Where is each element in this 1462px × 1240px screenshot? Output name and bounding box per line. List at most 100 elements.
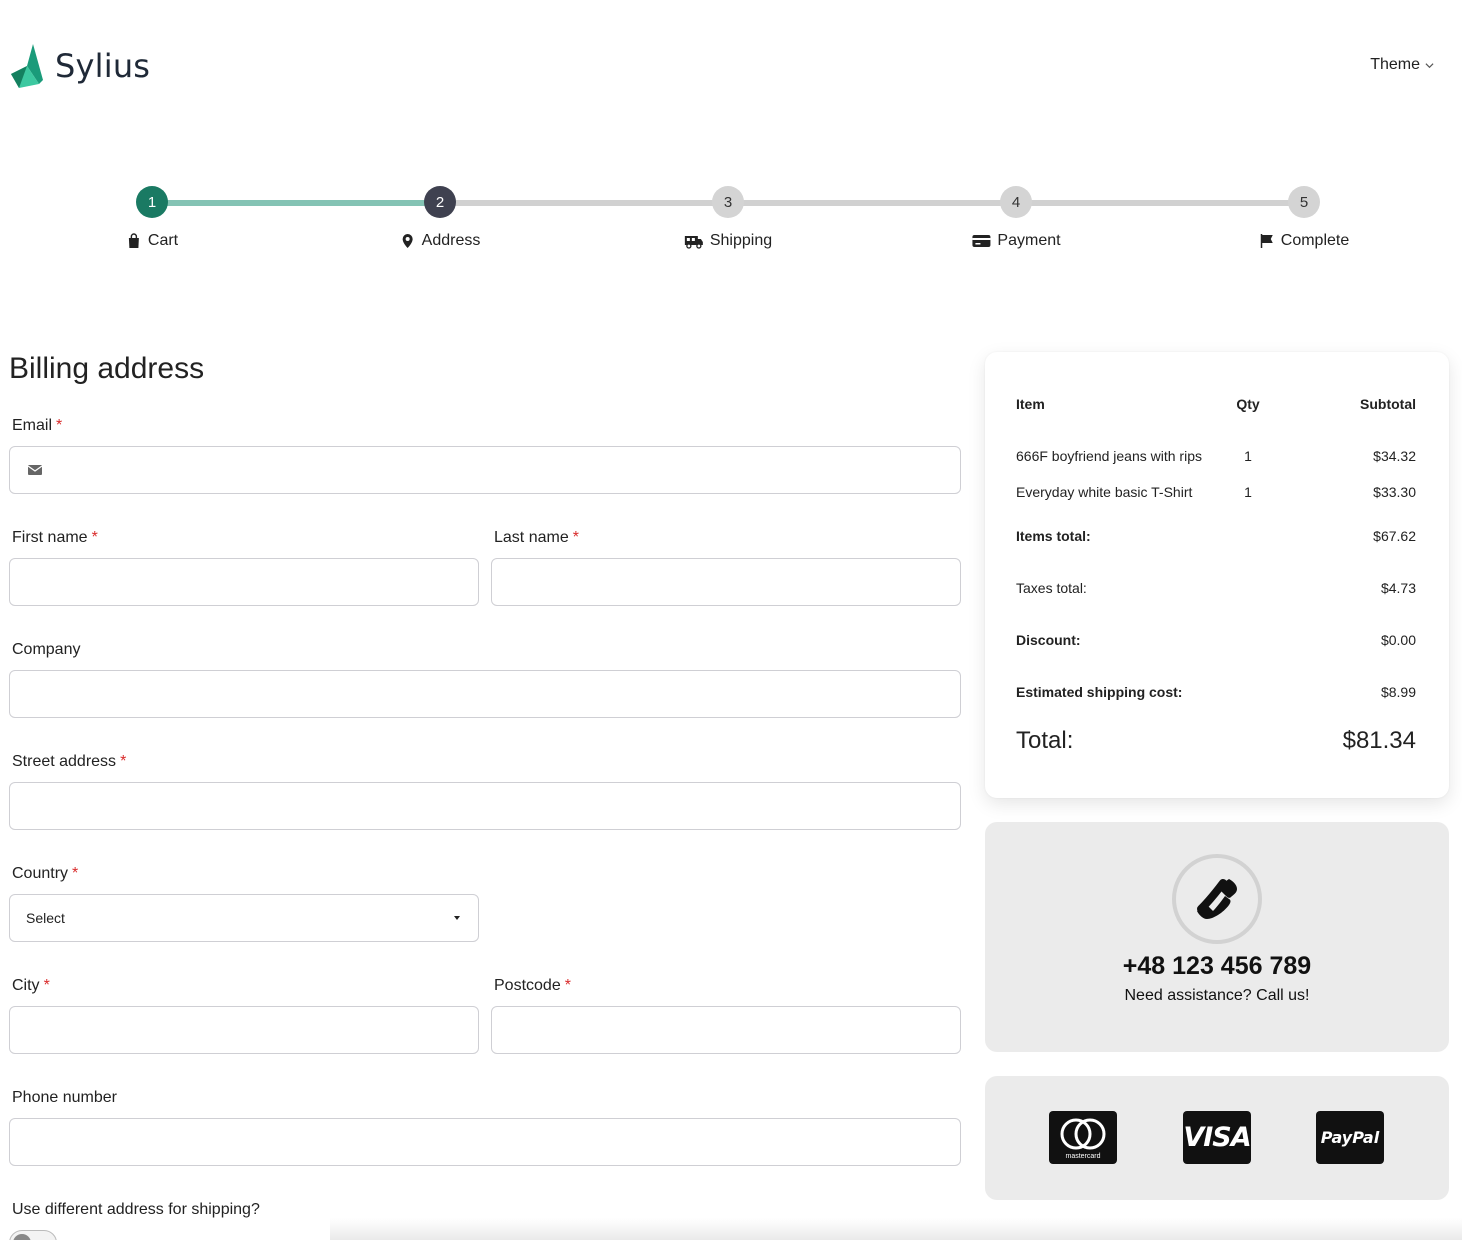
last-name-field[interactable] xyxy=(492,559,960,605)
postcode-label: Postcode * xyxy=(494,977,571,995)
grand-total-label: Total: xyxy=(1016,727,1074,754)
step-cart[interactable]: Cart xyxy=(126,232,178,250)
shopping-bag-icon xyxy=(128,233,139,248)
phone-number-field[interactable] xyxy=(10,1119,960,1165)
theme-dropdown[interactable]: Theme xyxy=(1370,56,1434,74)
phone-field-wrapper xyxy=(9,1118,961,1166)
grand-total-value: $81.34 xyxy=(1342,727,1416,754)
required-marker: * xyxy=(572,529,579,546)
step-5-number: 5 xyxy=(1288,186,1320,218)
required-marker: * xyxy=(564,977,571,994)
different-shipping-toggle[interactable] xyxy=(9,1230,57,1240)
required-marker: * xyxy=(56,417,63,434)
street-address-field[interactable] xyxy=(10,783,960,829)
city-label: City * xyxy=(12,977,50,995)
step-1-number[interactable]: 1 xyxy=(136,186,168,218)
toggle-knob xyxy=(13,1234,31,1240)
street-field-wrapper xyxy=(9,782,961,830)
phone-label-text: Phone number xyxy=(12,1089,117,1106)
city-field[interactable] xyxy=(10,1007,478,1053)
required-marker: * xyxy=(43,977,50,994)
mastercard-circles-icon xyxy=(1060,1118,1106,1149)
bottom-shadow xyxy=(330,1218,1462,1240)
brand-logo[interactable]: Sylius xyxy=(9,44,150,88)
country-select[interactable]: Select xyxy=(9,894,479,942)
progress-track-done xyxy=(152,200,440,206)
paypal-label: PayPal xyxy=(1320,1128,1380,1147)
required-marker: * xyxy=(91,529,98,546)
credit-card-icon xyxy=(972,235,991,247)
header-qty: Qty xyxy=(1236,396,1260,412)
step-3-number: 3 xyxy=(712,186,744,218)
grand-total-row: Total: $81.34 xyxy=(1016,727,1416,755)
step-address-label: Address xyxy=(421,232,481,249)
shipping-cost-value: $8.99 xyxy=(1380,684,1416,700)
sylius-logo-icon xyxy=(11,44,43,88)
postcode-label-text: Postcode xyxy=(494,977,561,994)
taxes-total-label: Taxes total: xyxy=(1016,580,1087,596)
chevron-down-icon xyxy=(1425,62,1434,68)
item-name: 666F boyfriend jeans with rips xyxy=(1016,448,1202,464)
discount-label: Discount: xyxy=(1016,632,1081,648)
brand-name: Sylius xyxy=(55,47,151,85)
discount-value: $0.00 xyxy=(1380,632,1416,648)
step-address[interactable]: Address xyxy=(400,232,481,250)
support-phone-number[interactable]: +48 123 456 789 xyxy=(985,952,1449,981)
street-label: Street address * xyxy=(12,753,126,771)
step-4-number: 4 xyxy=(1000,186,1032,218)
shipping-cost-label: Estimated shipping cost: xyxy=(1016,684,1183,700)
first-name-field[interactable] xyxy=(10,559,478,605)
step-2-number[interactable]: 2 xyxy=(424,186,456,218)
postcode-field[interactable] xyxy=(492,1007,960,1053)
mastercard-logo: mastercard xyxy=(1049,1111,1117,1164)
envelope-icon xyxy=(28,465,42,475)
map-pin-icon xyxy=(402,234,413,248)
items-total-value: $67.62 xyxy=(1373,528,1416,544)
different-shipping-label: Use different address for shipping? xyxy=(12,1201,260,1218)
visa-label: VISA xyxy=(1183,1122,1251,1153)
last-name-label-text: Last name xyxy=(494,529,569,546)
paypal-logo: PayPal xyxy=(1316,1111,1384,1164)
support-text: Need assistance? Call us! xyxy=(1124,987,1310,1004)
order-summary-card: Item Qty Subtotal 666F boyfriend jeans w… xyxy=(985,352,1449,798)
checkout-stepper: 1 2 3 4 5 Cart Address Shipping Payment … xyxy=(0,186,1462,266)
help-card: +48 123 456 789 Need assistance? Call us… xyxy=(985,822,1449,1052)
items-total-row: Items total: $67.62 xyxy=(1016,528,1416,544)
required-marker: * xyxy=(120,753,127,770)
street-label-text: Street address xyxy=(12,753,117,770)
company-field[interactable] xyxy=(10,671,960,717)
required-marker: * xyxy=(72,865,79,882)
item-subtotal: $33.30 xyxy=(1373,484,1416,500)
company-label: Company xyxy=(12,641,80,659)
first-name-label: First name * xyxy=(12,529,98,547)
taxes-total-row: Taxes total: $4.73 xyxy=(1016,580,1416,596)
item-qty: 1 xyxy=(1244,448,1252,464)
first-name-label-text: First name xyxy=(12,529,88,546)
step-payment-label: Payment xyxy=(997,232,1061,249)
summary-item-row: Everyday white basic T-Shirt 1 $33.30 xyxy=(1016,484,1416,500)
step-complete: Complete xyxy=(1259,232,1349,250)
caret-down-icon xyxy=(454,916,460,920)
country-label-text: Country xyxy=(12,865,69,882)
last-name-label: Last name * xyxy=(494,529,579,547)
summary-item-row: 666F boyfriend jeans with rips 1 $34.32 xyxy=(1016,448,1416,464)
step-shipping-label: Shipping xyxy=(709,232,773,249)
last-name-field-wrapper xyxy=(491,558,961,606)
city-label-text: City xyxy=(12,977,40,994)
company-field-wrapper xyxy=(9,670,961,718)
discount-row: Discount: $0.00 xyxy=(1016,632,1416,648)
email-field[interactable] xyxy=(10,447,960,493)
step-complete-label: Complete xyxy=(1280,232,1350,249)
theme-label: Theme xyxy=(1370,56,1420,73)
flag-icon xyxy=(1260,234,1273,248)
step-payment: Payment xyxy=(971,232,1061,250)
step-shipping: Shipping xyxy=(684,232,772,250)
phone-icon-circle xyxy=(1172,854,1262,944)
city-field-wrapper xyxy=(9,1006,479,1054)
progress-track-remaining xyxy=(440,200,1304,206)
email-label: Email * xyxy=(12,417,62,435)
company-label-text: Company xyxy=(12,641,81,658)
items-total-label: Items total: xyxy=(1016,528,1091,544)
email-label-text: Email xyxy=(12,417,53,434)
payment-methods-card: mastercard VISA PayPal xyxy=(985,1076,1449,1200)
